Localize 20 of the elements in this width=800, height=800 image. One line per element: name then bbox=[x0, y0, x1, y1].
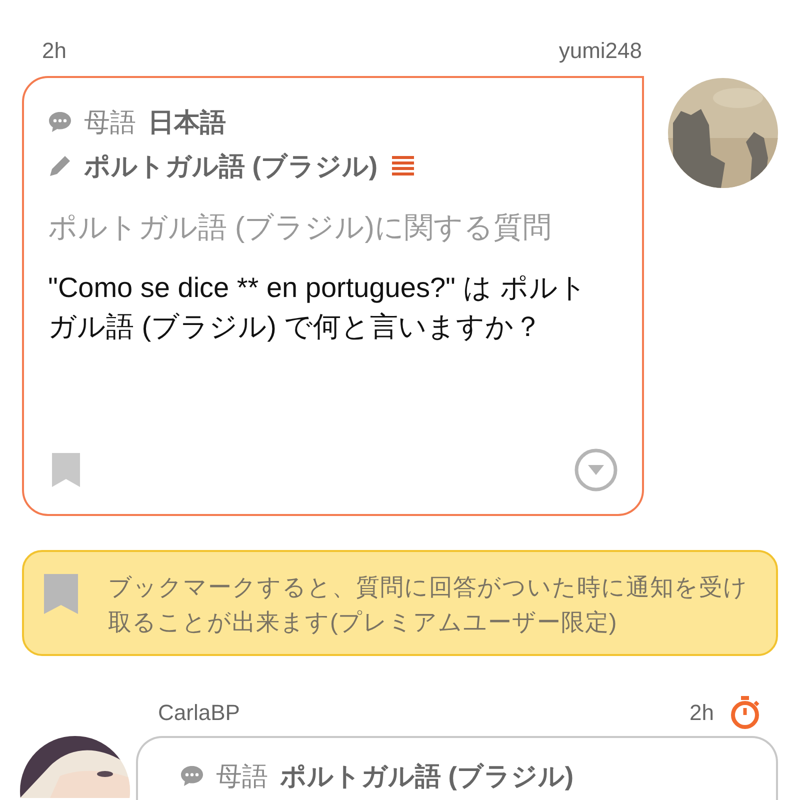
dropdown-icon[interactable] bbox=[574, 448, 618, 492]
stopwatch-icon bbox=[730, 696, 760, 730]
native-label: 母語 bbox=[216, 760, 268, 792]
question-text: "Como se dice ** en portugues?" は ポルトガル語 (ブラジル) で何と言いますか？ bbox=[48, 271, 588, 344]
answer-time: 2h bbox=[690, 700, 714, 726]
username: CarlaBP bbox=[158, 700, 240, 726]
notice-text: ブックマークすると、質問に回答がついた時に通知を受け取ることが出来ます(プレミアムユーザー限定) bbox=[108, 573, 749, 637]
bookmark-icon[interactable] bbox=[52, 453, 80, 487]
post-time: 2h bbox=[42, 38, 66, 65]
native-language: 日本語 bbox=[148, 106, 226, 138]
pencil-icon bbox=[48, 154, 72, 178]
question-type: ポルトガル語 (ブラジル)に関する質問 bbox=[48, 211, 552, 246]
speech-bubble-icon bbox=[180, 765, 204, 787]
native-language: ポルトガル語 (ブラジル) bbox=[280, 760, 574, 792]
username: yumi248 bbox=[558, 38, 642, 65]
learning-language: ポルトガル語 (ブラジル) bbox=[84, 150, 378, 182]
native-label: 母語 bbox=[84, 106, 136, 138]
bookmark-icon bbox=[44, 574, 78, 614]
level-bars-icon bbox=[392, 156, 414, 176]
speech-bubble-icon bbox=[48, 111, 72, 133]
